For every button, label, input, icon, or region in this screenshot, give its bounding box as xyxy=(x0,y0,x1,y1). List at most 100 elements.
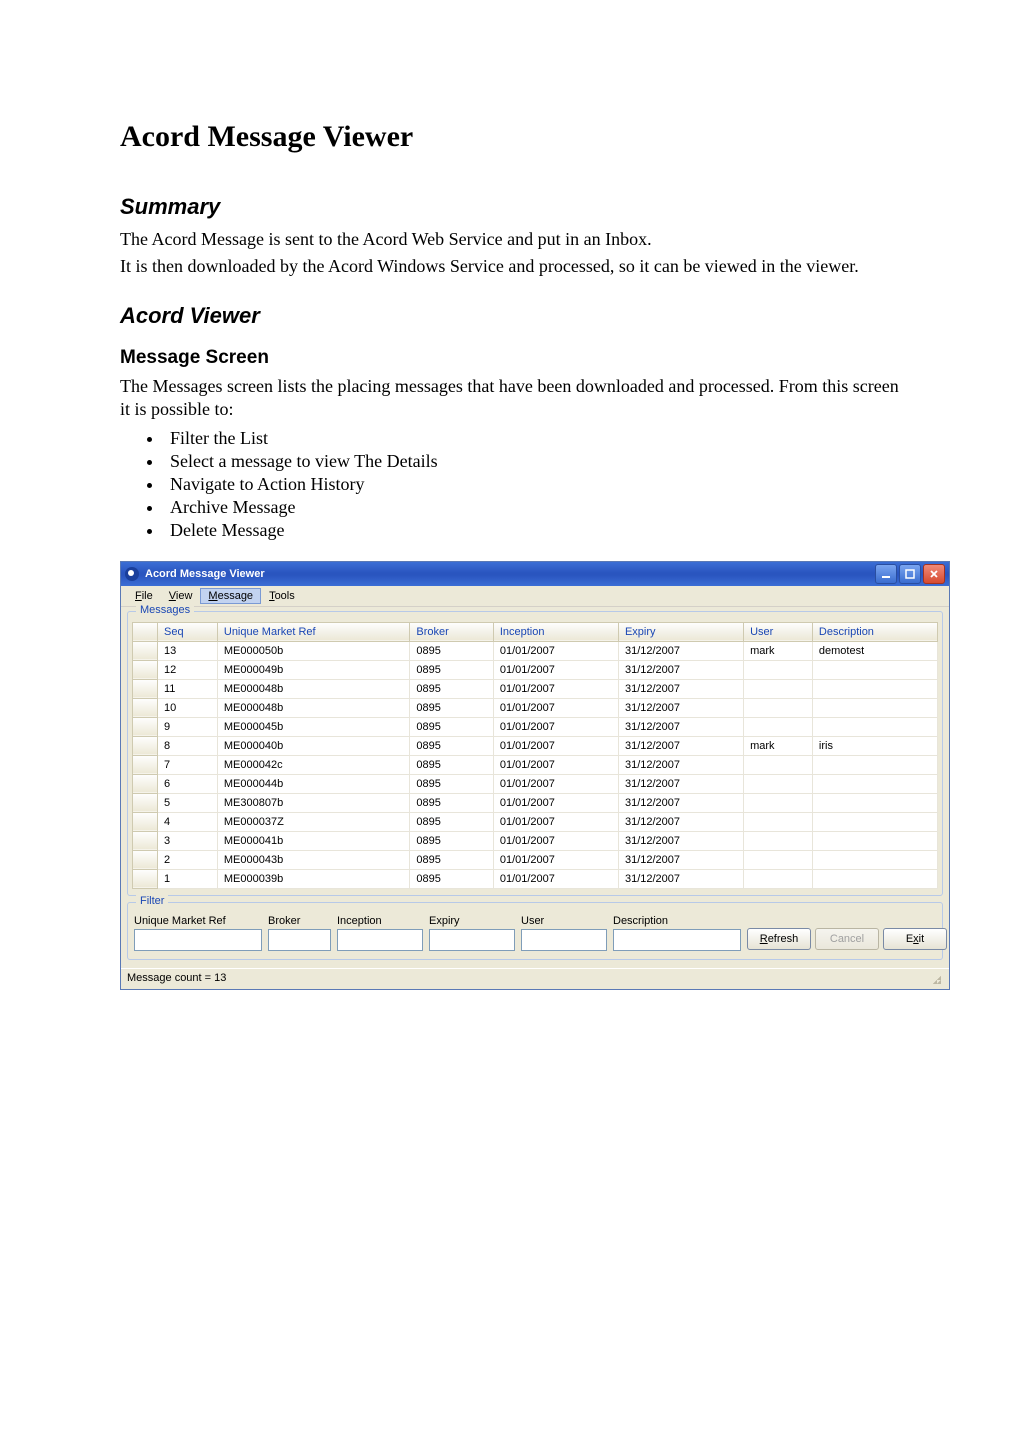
cell-desc[interactable] xyxy=(812,679,937,698)
titlebar[interactable]: Acord Message Viewer xyxy=(121,562,949,586)
table-row[interactable]: 5ME300807b089501/01/200731/12/2007 xyxy=(133,793,938,812)
filter-expiry-input[interactable] xyxy=(429,929,515,951)
cell-umr[interactable]: ME000045b xyxy=(217,717,410,736)
cell-desc[interactable] xyxy=(812,755,937,774)
cell-inception[interactable]: 01/01/2007 xyxy=(493,679,618,698)
cell-umr[interactable]: ME000049b xyxy=(217,660,410,679)
row-header[interactable] xyxy=(133,850,158,869)
row-header[interactable] xyxy=(133,660,158,679)
cell-broker[interactable]: 0895 xyxy=(410,831,493,850)
cell-umr[interactable]: ME000040b xyxy=(217,736,410,755)
table-row[interactable]: 4ME000037Z089501/01/200731/12/2007 xyxy=(133,812,938,831)
cell-user[interactable]: mark xyxy=(744,736,813,755)
cell-seq[interactable]: 13 xyxy=(158,641,218,660)
cell-inception[interactable]: 01/01/2007 xyxy=(493,774,618,793)
row-header[interactable] xyxy=(133,774,158,793)
cell-umr[interactable]: ME000050b xyxy=(217,641,410,660)
cell-seq[interactable]: 8 xyxy=(158,736,218,755)
row-header[interactable] xyxy=(133,831,158,850)
col-umr[interactable]: Unique Market Ref xyxy=(217,622,410,641)
refresh-button[interactable]: Refresh xyxy=(747,928,811,950)
cell-user[interactable] xyxy=(744,793,813,812)
cell-expiry[interactable]: 31/12/2007 xyxy=(618,641,743,660)
messages-table[interactable]: Seq Unique Market Ref Broker Inception E… xyxy=(132,622,938,889)
cell-seq[interactable]: 7 xyxy=(158,755,218,774)
table-row[interactable]: 1ME000039b089501/01/200731/12/2007 xyxy=(133,869,938,888)
cell-umr[interactable]: ME000048b xyxy=(217,679,410,698)
table-row[interactable]: 12ME000049b089501/01/200731/12/2007 xyxy=(133,660,938,679)
cell-inception[interactable]: 01/01/2007 xyxy=(493,698,618,717)
cell-user[interactable]: mark xyxy=(744,641,813,660)
exit-button[interactable]: Exit xyxy=(883,928,947,950)
cell-desc[interactable] xyxy=(812,660,937,679)
cell-umr[interactable]: ME000044b xyxy=(217,774,410,793)
cell-seq[interactable]: 9 xyxy=(158,717,218,736)
row-header[interactable] xyxy=(133,679,158,698)
cell-inception[interactable]: 01/01/2007 xyxy=(493,641,618,660)
cell-expiry[interactable]: 31/12/2007 xyxy=(618,679,743,698)
filter-user-input[interactable] xyxy=(521,929,607,951)
cell-expiry[interactable]: 31/12/2007 xyxy=(618,774,743,793)
col-broker[interactable]: Broker xyxy=(410,622,493,641)
cell-expiry[interactable]: 31/12/2007 xyxy=(618,850,743,869)
resize-grip-icon[interactable] xyxy=(929,972,943,986)
cell-seq[interactable]: 4 xyxy=(158,812,218,831)
cell-umr[interactable]: ME000042c xyxy=(217,755,410,774)
col-seq[interactable]: Seq xyxy=(158,622,218,641)
cell-seq[interactable]: 12 xyxy=(158,660,218,679)
cell-expiry[interactable]: 31/12/2007 xyxy=(618,869,743,888)
table-row[interactable]: 8ME000040b089501/01/200731/12/2007markir… xyxy=(133,736,938,755)
table-row[interactable]: 9ME000045b089501/01/200731/12/2007 xyxy=(133,717,938,736)
table-row[interactable]: 10ME000048b089501/01/200731/12/2007 xyxy=(133,698,938,717)
cell-broker[interactable]: 0895 xyxy=(410,641,493,660)
cell-desc[interactable]: demotest xyxy=(812,641,937,660)
cell-user[interactable] xyxy=(744,679,813,698)
cell-inception[interactable]: 01/01/2007 xyxy=(493,869,618,888)
row-header[interactable] xyxy=(133,698,158,717)
filter-description-input[interactable] xyxy=(613,929,741,951)
menu-view[interactable]: View xyxy=(161,588,201,604)
cell-umr[interactable]: ME000048b xyxy=(217,698,410,717)
cell-seq[interactable]: 2 xyxy=(158,850,218,869)
cell-user[interactable] xyxy=(744,698,813,717)
menu-message[interactable]: Message xyxy=(200,588,261,604)
cell-broker[interactable]: 0895 xyxy=(410,869,493,888)
cell-umr[interactable]: ME000037Z xyxy=(217,812,410,831)
cell-desc[interactable] xyxy=(812,774,937,793)
row-header[interactable] xyxy=(133,641,158,660)
col-description[interactable]: Description xyxy=(812,622,937,641)
cell-desc[interactable] xyxy=(812,812,937,831)
cell-seq[interactable]: 3 xyxy=(158,831,218,850)
cell-desc[interactable] xyxy=(812,717,937,736)
cell-broker[interactable]: 0895 xyxy=(410,717,493,736)
cell-expiry[interactable]: 31/12/2007 xyxy=(618,698,743,717)
cell-umr[interactable]: ME300807b xyxy=(217,793,410,812)
cell-user[interactable] xyxy=(744,831,813,850)
minimize-button[interactable] xyxy=(875,564,897,584)
cell-user[interactable] xyxy=(744,812,813,831)
cell-desc[interactable] xyxy=(812,831,937,850)
menu-tools[interactable]: Tools xyxy=(261,588,303,604)
cell-umr[interactable]: ME000039b xyxy=(217,869,410,888)
cell-seq[interactable]: 11 xyxy=(158,679,218,698)
table-row[interactable]: 13ME000050b089501/01/200731/12/2007markd… xyxy=(133,641,938,660)
cell-inception[interactable]: 01/01/2007 xyxy=(493,812,618,831)
cell-broker[interactable]: 0895 xyxy=(410,698,493,717)
filter-inception-input[interactable] xyxy=(337,929,423,951)
col-user[interactable]: User xyxy=(744,622,813,641)
table-row[interactable]: 2ME000043b089501/01/200731/12/2007 xyxy=(133,850,938,869)
cell-umr[interactable]: ME000043b xyxy=(217,850,410,869)
cell-expiry[interactable]: 31/12/2007 xyxy=(618,812,743,831)
cell-broker[interactable]: 0895 xyxy=(410,736,493,755)
cell-inception[interactable]: 01/01/2007 xyxy=(493,660,618,679)
filter-umr-input[interactable] xyxy=(134,929,262,951)
row-header[interactable] xyxy=(133,717,158,736)
table-row[interactable]: 3ME000041b089501/01/200731/12/2007 xyxy=(133,831,938,850)
cell-inception[interactable]: 01/01/2007 xyxy=(493,793,618,812)
cell-inception[interactable]: 01/01/2007 xyxy=(493,736,618,755)
cell-expiry[interactable]: 31/12/2007 xyxy=(618,831,743,850)
cell-inception[interactable]: 01/01/2007 xyxy=(493,755,618,774)
cell-inception[interactable]: 01/01/2007 xyxy=(493,717,618,736)
cell-expiry[interactable]: 31/12/2007 xyxy=(618,793,743,812)
cell-desc[interactable] xyxy=(812,850,937,869)
